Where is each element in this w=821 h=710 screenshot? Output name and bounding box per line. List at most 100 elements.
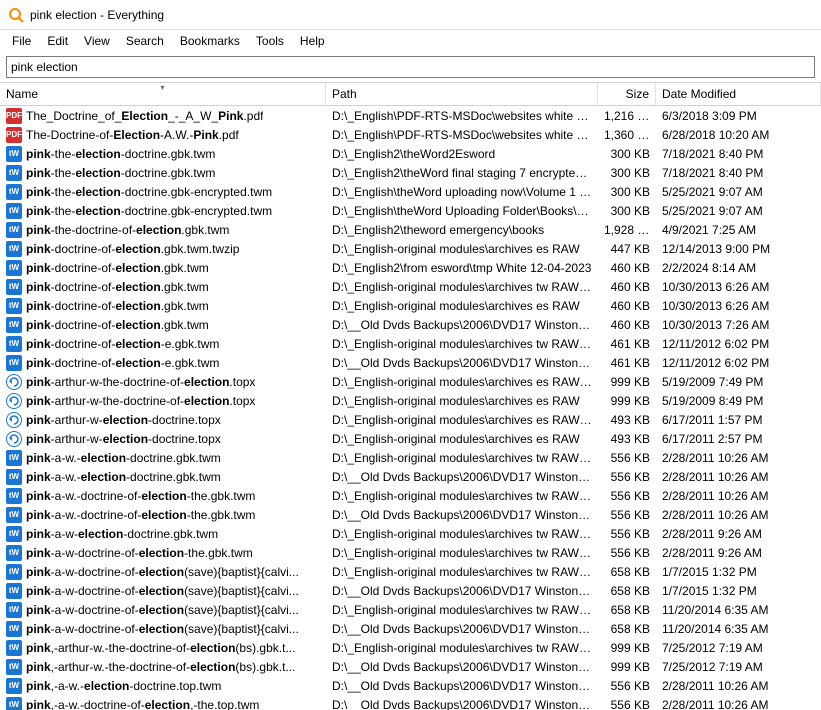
cell-name: pink-arthur-w-election-doctrine.topx xyxy=(0,431,326,447)
cell-size: 300 KB xyxy=(598,204,656,218)
cell-size: 556 KB xyxy=(598,489,656,503)
table-row[interactable]: tWpink-a-w.-doctrine-of-election-the.gbk… xyxy=(0,486,821,505)
table-row[interactable]: tWpink-a-w.-election-doctrine.gbk.twmD:\… xyxy=(0,448,821,467)
cell-date: 12/14/2013 9:00 PM xyxy=(656,242,821,256)
pdf-file-icon: PDF xyxy=(6,127,22,143)
cell-name: tWpink-a-w.-doctrine-of-election-the.gbk… xyxy=(0,507,326,523)
menu-file[interactable]: File xyxy=(4,32,39,50)
cell-path: D:\__Old Dvds Backups\2006\DVD17 Winston… xyxy=(326,356,598,370)
cell-name: tWpink,-a-w.-doctrine-of-election,-the.t… xyxy=(0,697,326,710)
cell-name: tWpink,-arthur-w.-the-doctrine-of-electi… xyxy=(0,659,326,675)
cell-date: 6/3/2018 3:09 PM xyxy=(656,109,821,123)
cell-size: 999 KB xyxy=(598,394,656,408)
table-row[interactable]: PDFThe_Doctrine_of_Election_-_A_W_Pink.p… xyxy=(0,106,821,125)
table-row[interactable]: tWpink-the-election-doctrine.gbk-encrypt… xyxy=(0,201,821,220)
cell-name: tWpink-the-election-doctrine.gbk.twm xyxy=(0,165,326,181)
cell-date: 12/11/2012 6:02 PM xyxy=(656,337,821,351)
table-row[interactable]: pink-arthur-w-election-doctrine.topxD:\_… xyxy=(0,410,821,429)
cell-path: D:\_English\PDF-RTS-MSDoc\websites white… xyxy=(326,109,598,123)
filename-text: pink-doctrine-of-election-e.gbk.twm xyxy=(26,337,219,351)
cell-name: tWpink-doctrine-of-election.gbk.twm xyxy=(0,298,326,314)
cell-path: D:\_English2\theword emergency\books xyxy=(326,223,598,237)
table-row[interactable]: tW pink,-arthur-w.-the-doctrine-of-electi… xyxy=(0,638,821,657)
table-row[interactable]: tWpink-doctrine-of-election.gbk.twmD:\__… xyxy=(0,315,821,334)
cell-path: D:\_English-original modules\archives tw… xyxy=(326,337,598,351)
twm-file-icon: tW xyxy=(6,450,22,466)
table-row[interactable]: tWpink-doctrine-of-election.gbk.twm.twzi… xyxy=(0,239,821,258)
twm-file-icon: tW xyxy=(6,640,22,656)
menu-search[interactable]: Search xyxy=(118,32,172,50)
table-row[interactable]: tWpink-a-w-doctrine-of-election(save){ba… xyxy=(0,619,821,638)
results-list[interactable]: PDFThe_Doctrine_of_Election_-_A_W_Pink.p… xyxy=(0,106,821,710)
filename-text: pink-the-doctrine-of-election.gbk.twm xyxy=(26,223,229,237)
table-row[interactable]: tWpink,-arthur-w.-the-doctrine-of-electi… xyxy=(0,657,821,676)
table-row[interactable]: tWpink-doctrine-of-election.gbk.twmD:\_E… xyxy=(0,277,821,296)
cell-path: D:\_English\PDF-RTS-MSDoc\websites white… xyxy=(326,128,598,142)
table-row[interactable]: tWpink,-a-w.-doctrine-of-election,-the.t… xyxy=(0,695,821,710)
cell-name: tW pink-doctrine-of-election-e.gbk.twm xyxy=(0,336,326,352)
column-header-name[interactable]: ▾ Name xyxy=(0,83,326,105)
column-header-path[interactable]: Path xyxy=(326,83,598,105)
cell-date: 11/20/2014 6:35 AM xyxy=(656,603,821,617)
cell-path: D:\_English2\theWord final staging 7 enc… xyxy=(326,166,598,180)
twm-file-icon: tW xyxy=(6,298,22,314)
cell-path: D:\__Old Dvds Backups\2006\DVD17 Winston… xyxy=(326,508,598,522)
cell-name: PDFThe-Doctrine-of-Election-A.W.-Pink.pd… xyxy=(0,127,326,143)
twm-file-icon: tW xyxy=(6,621,22,637)
cell-name: tWpink,-a-w.-election-doctrine.top.twm xyxy=(0,678,326,694)
menu-tools[interactable]: Tools xyxy=(248,32,292,50)
filename-text: pink-a-w-election-doctrine.gbk.twm xyxy=(26,527,218,541)
twm-file-icon: tW xyxy=(6,146,22,162)
table-row[interactable]: tWpink-a-w.-doctrine-of-election-the.gbk… xyxy=(0,505,821,524)
menu-edit[interactable]: Edit xyxy=(39,32,76,50)
table-row[interactable]: tWpink-the-election-doctrine.gbk-encrypt… xyxy=(0,182,821,201)
cell-size: 493 KB xyxy=(598,432,656,446)
menu-view[interactable]: View xyxy=(76,32,118,50)
cell-size: 658 KB xyxy=(598,622,656,636)
cell-path: D:\_English-original modules\archives tw… xyxy=(326,546,598,560)
table-row[interactable]: tWpink,-a-w.-election-doctrine.top.twmD:… xyxy=(0,676,821,695)
table-row[interactable]: pink-arthur-w-election-doctrine.topxD:\_… xyxy=(0,429,821,448)
table-row[interactable]: tWpink-a-w-doctrine-of-election(save){ba… xyxy=(0,581,821,600)
twm-file-icon: tW xyxy=(6,336,22,352)
table-row[interactable]: tWpink-the-election-doctrine.gbk.twmD:\_… xyxy=(0,144,821,163)
column-header-size[interactable]: Size xyxy=(598,83,656,105)
table-row[interactable]: tWpink-a-w-doctrine-of-election(save){ba… xyxy=(0,562,821,581)
cell-name: tWpink-a-w-doctrine-of-election(save){ba… xyxy=(0,564,326,580)
cell-size: 461 KB xyxy=(598,356,656,370)
filename-text: pink,-arthur-w.-the-doctrine-of-election… xyxy=(26,641,295,655)
table-row[interactable]: pink-arthur-w-the-doctrine-of-election.t… xyxy=(0,372,821,391)
table-row[interactable]: tWpink-the-election-doctrine.gbk.twmD:\_… xyxy=(0,163,821,182)
cell-size: 556 KB xyxy=(598,546,656,560)
cell-size: 460 KB xyxy=(598,318,656,332)
table-row[interactable]: tWpink-the-doctrine-of-election.gbk.twmD… xyxy=(0,220,821,239)
cell-name: tWpink-a-w-doctrine-of-election(save){ba… xyxy=(0,583,326,599)
cell-date: 1/7/2015 1:32 PM xyxy=(656,565,821,579)
twm-file-icon: tW xyxy=(6,241,22,257)
cell-path: D:\_English-original modules\archives es… xyxy=(326,242,598,256)
search-input[interactable] xyxy=(7,57,814,77)
filename-text: pink,-arthur-w.-the-doctrine-of-election… xyxy=(26,660,295,674)
table-row[interactable]: PDFThe-Doctrine-of-Election-A.W.-Pink.pd… xyxy=(0,125,821,144)
cell-date: 6/17/2011 1:57 PM xyxy=(656,413,821,427)
table-row[interactable]: tWpink-doctrine-of-election.gbk.twmD:\_E… xyxy=(0,258,821,277)
table-row[interactable]: tWpink-doctrine-of-election-e.gbk.twmD:\… xyxy=(0,353,821,372)
cell-date: 5/19/2009 8:49 PM xyxy=(656,394,821,408)
table-row[interactable]: tWpink-a-w-doctrine-of-election(save){ba… xyxy=(0,600,821,619)
table-row[interactable]: tWpink-a-w-doctrine-of-election-the.gbk.… xyxy=(0,543,821,562)
cell-date: 7/18/2021 8:40 PM xyxy=(656,147,821,161)
filename-text: pink-arthur-w-election-doctrine.topx xyxy=(26,413,221,427)
menu-help[interactable]: Help xyxy=(292,32,333,50)
table-row[interactable]: tWpink-doctrine-of-election.gbk.twmD:\_E… xyxy=(0,296,821,315)
column-header-date[interactable]: Date Modified xyxy=(656,83,821,105)
table-row[interactable]: tWpink-a-w.-election-doctrine.gbk.twmD:\… xyxy=(0,467,821,486)
menu-bookmarks[interactable]: Bookmarks xyxy=(172,32,248,50)
table-row[interactable]: pink-arthur-w-the-doctrine-of-election.t… xyxy=(0,391,821,410)
cell-date: 2/28/2011 10:26 AM xyxy=(656,451,821,465)
twm-file-icon: tW xyxy=(6,165,22,181)
cell-path: D:\_English\theWord uploading now\Volume… xyxy=(326,185,598,199)
table-row[interactable]: tW pink-doctrine-of-election-e.gbk.twm D:\… xyxy=(0,334,821,353)
menubar: File Edit View Search Bookmarks Tools He… xyxy=(0,30,821,52)
filename-text: pink-doctrine-of-election-e.gbk.twm xyxy=(26,356,219,370)
table-row[interactable]: tWpink-a-w-election-doctrine.gbk.twmD:\_… xyxy=(0,524,821,543)
